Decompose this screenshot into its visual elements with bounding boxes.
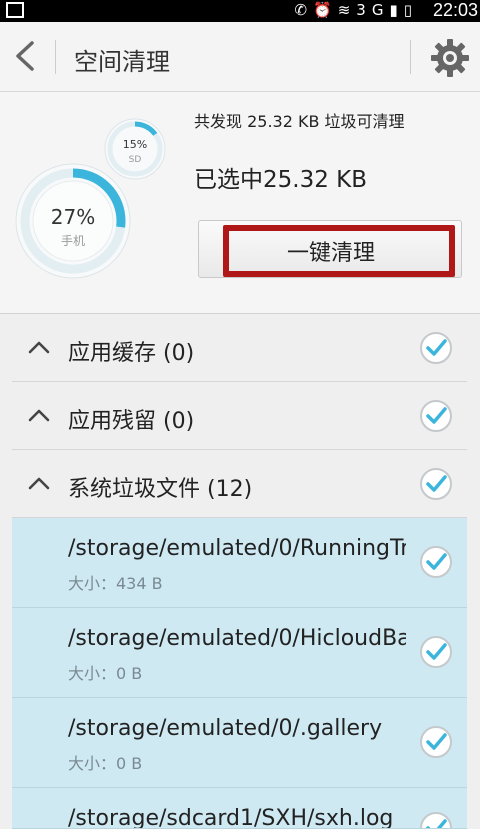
signal-icon: ▮ — [389, 1, 404, 19]
checkbox-checked-icon[interactable] — [418, 398, 454, 434]
checkbox-checked-icon[interactable] — [418, 330, 454, 366]
checkbox-checked-icon[interactable] — [418, 466, 454, 502]
checkbox-checked-icon[interactable] — [418, 544, 454, 580]
selected-size-text: 已选中25.32 KB — [194, 167, 368, 193]
settings-button[interactable] — [430, 38, 470, 78]
file-size: 大小：0 B — [68, 754, 143, 773]
sd-usage-ring: 15% SD — [104, 118, 166, 180]
file-path: /storage/emulated/0/.gallery — [68, 716, 383, 741]
file-path: /storage/emulated/0/HicloudBackup — [68, 626, 406, 651]
clean-summary: 27% 手机 15% SD 共发现 25.32 KB 垃圾可清理 已选中25.3… — [0, 92, 480, 314]
vibrate-icon: ✆ — [294, 1, 314, 19]
alarm-icon: ⏰ — [313, 1, 338, 19]
file-size: 大小：0 B — [68, 664, 143, 683]
sd-usage-percent: 15% — [123, 138, 147, 151]
status-icons: ✆⏰≋3G▮▯ — [294, 1, 418, 19]
file-path: /storage/emulated/0/RunningTrack — [68, 536, 406, 561]
header-divider — [410, 40, 411, 74]
chevron-up-icon — [28, 477, 50, 490]
back-button[interactable] — [8, 38, 44, 74]
group-app-cache[interactable]: 应用缓存 (0) — [12, 314, 467, 382]
one-click-clean-button[interactable]: 一键清理 — [198, 220, 462, 278]
clock: 22:03 — [432, 0, 478, 20]
list-item[interactable]: /storage/emulated/0/HicloudBackup 大小：0 B — [12, 608, 467, 698]
status-bar: ✆⏰≋3G▮▯ 22:03 — [0, 0, 480, 22]
phone-label: 手机 — [61, 234, 85, 248]
checkbox-checked-icon[interactable] — [418, 634, 454, 670]
network-type: 3G — [356, 1, 390, 19]
found-junk-text: 共发现 25.32 KB 垃圾可清理 — [194, 112, 405, 131]
file-size: 大小：434 B — [68, 574, 163, 593]
checkbox-checked-icon[interactable] — [418, 724, 454, 760]
wifi-icon: ≋ — [337, 1, 357, 19]
list-item[interactable]: /storage/sdcard1/SXH/sxh.log — [12, 788, 467, 829]
chevron-left-icon — [16, 41, 34, 71]
group-label: 系统垃圾文件 (12) — [68, 477, 253, 502]
file-path: /storage/sdcard1/SXH/sxh.log — [68, 806, 394, 829]
list-item[interactable]: /storage/emulated/0/.gallery 大小：0 B — [12, 698, 467, 788]
group-label: 应用缓存 (0) — [68, 341, 195, 366]
group-label: 应用残留 (0) — [68, 409, 195, 434]
chevron-up-icon — [28, 409, 50, 422]
gallery-notification-icon — [6, 2, 24, 18]
checkbox-checked-icon[interactable] — [418, 810, 454, 829]
group-app-residue[interactable]: 应用残留 (0) — [12, 382, 467, 450]
group-system-junk[interactable]: 系统垃圾文件 (12) — [12, 450, 467, 518]
sd-label: SD — [129, 155, 142, 165]
page-title: 空间清理 — [74, 48, 170, 76]
list-item[interactable]: /storage/emulated/0/RunningTrack 大小：434 … — [12, 518, 467, 608]
phone-usage-percent: 27% — [51, 205, 95, 229]
chevron-up-icon — [28, 341, 50, 354]
header-divider — [55, 40, 56, 74]
clean-button-label: 一键清理 — [286, 241, 375, 266]
app-header: 空间清理 — [0, 22, 480, 92]
battery-icon: ▯ — [403, 1, 418, 19]
gear-icon — [431, 39, 469, 77]
